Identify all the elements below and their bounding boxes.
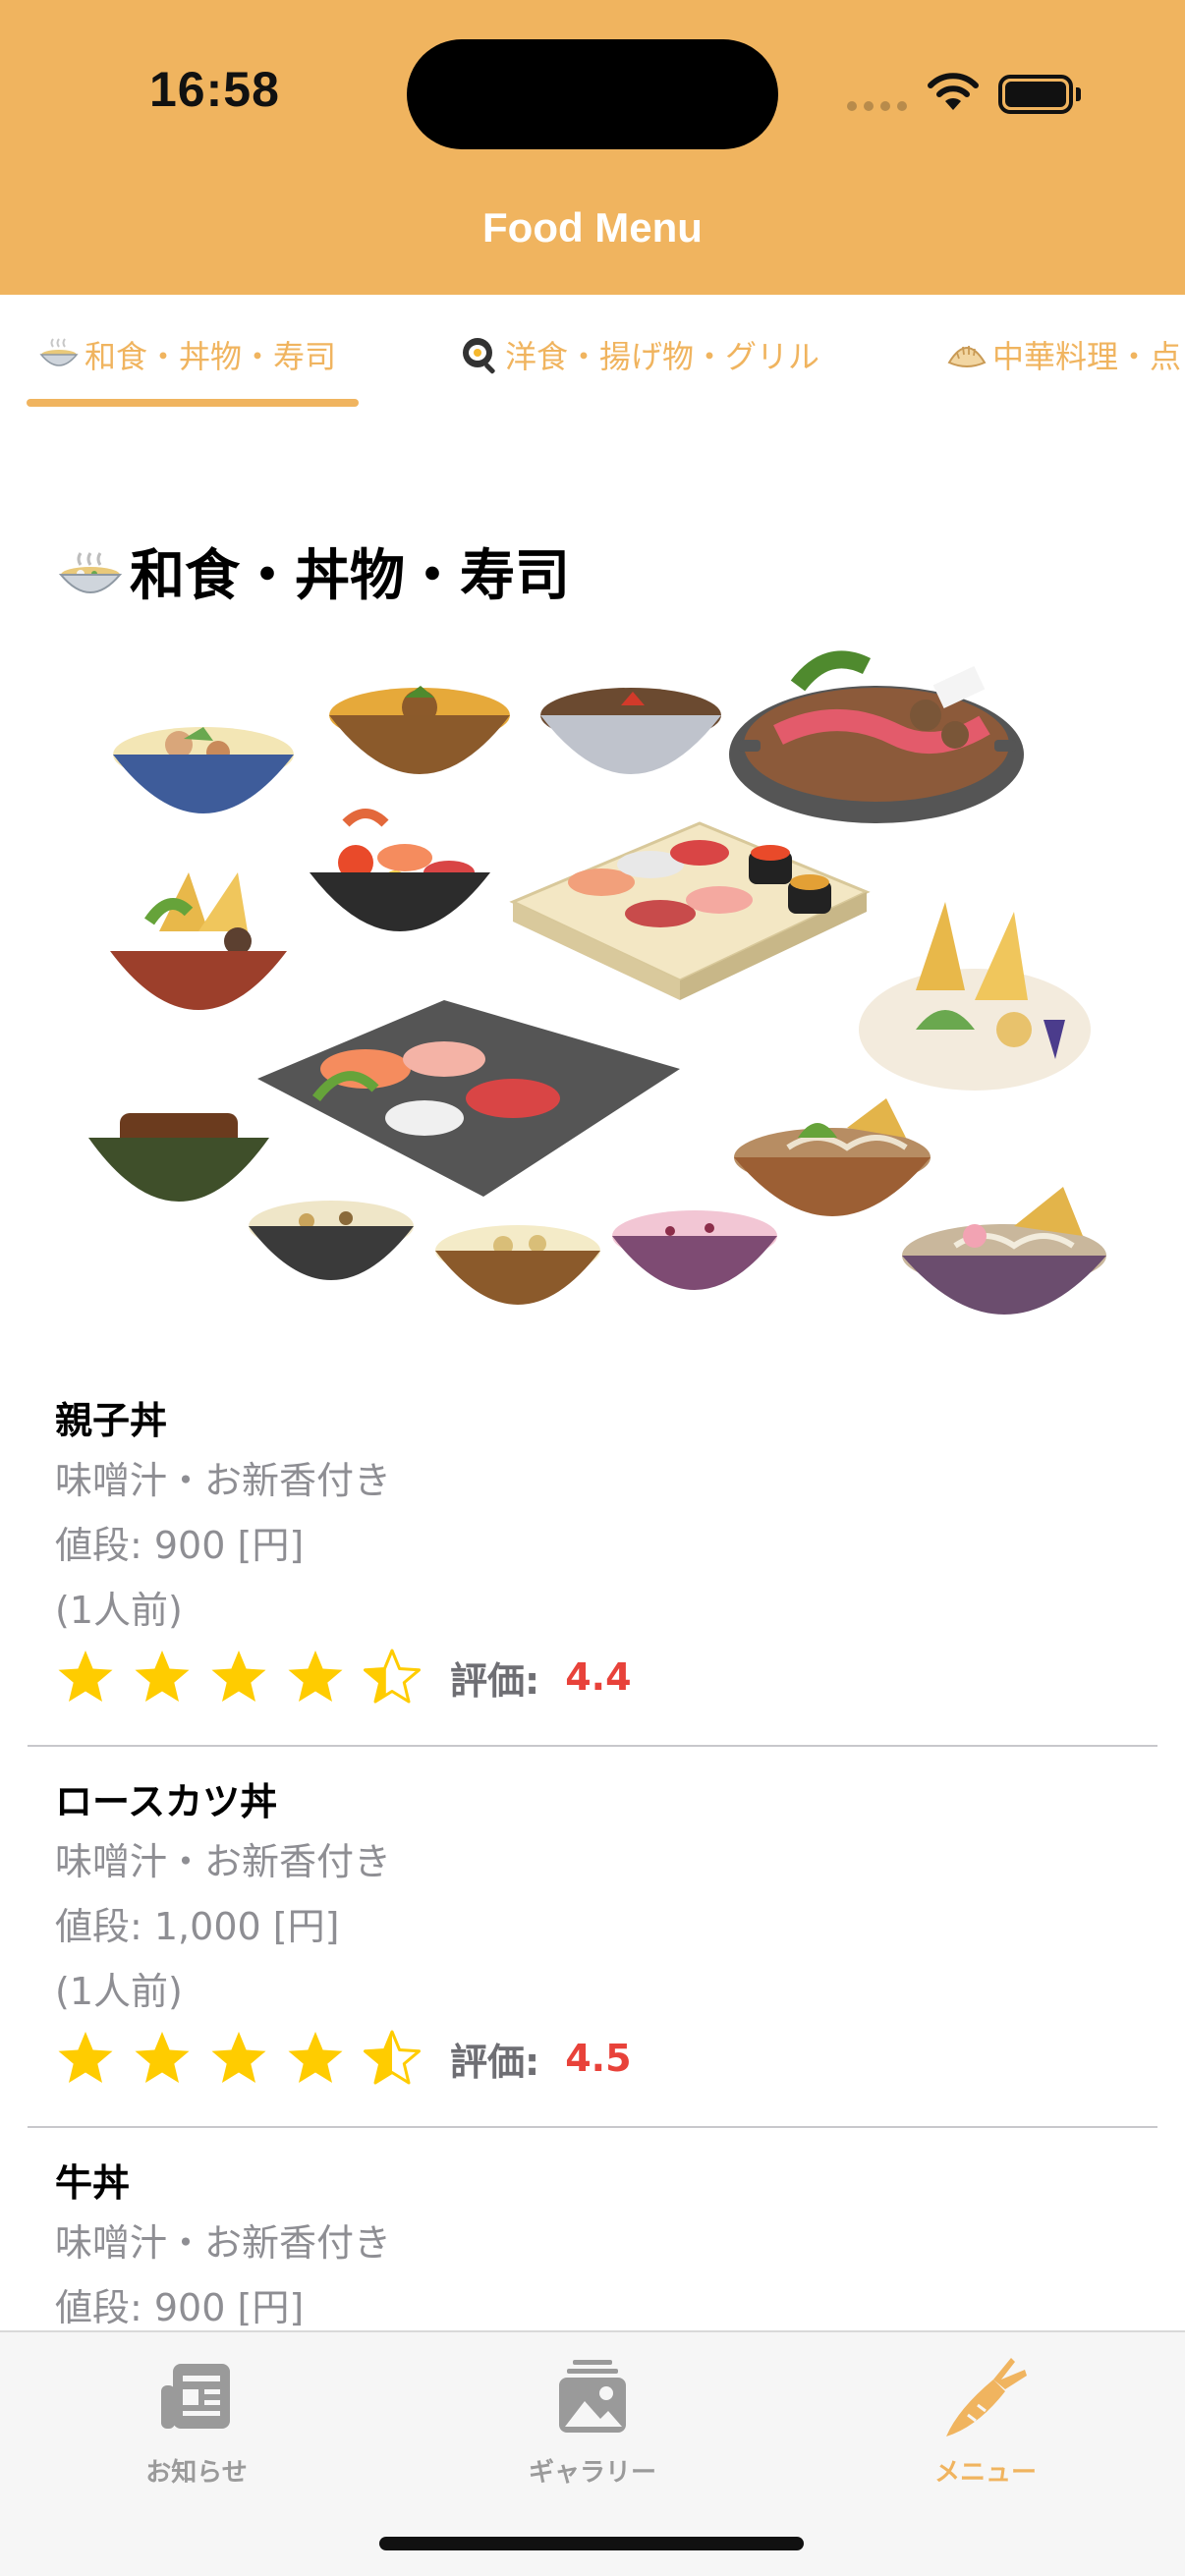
wifi-icon bbox=[928, 73, 979, 110]
cellular-signal-icon bbox=[847, 101, 908, 113]
menu-item[interactable]: 親子丼 味噌汁・お新香付き 値段: 900 [円] (1人前) 評価: 4.4 bbox=[55, 1393, 1156, 1711]
section-title-text: 和食・丼物・寿司 bbox=[130, 543, 570, 608]
star-filled-icon bbox=[58, 2032, 113, 2083]
photo-gallery-icon bbox=[559, 2360, 626, 2433]
star-filled-icon bbox=[211, 1651, 266, 1702]
rating-stars bbox=[55, 2028, 438, 2089]
menu-item[interactable]: ロースカツ丼 味噌汁・お新香付き 値段: 1,000 [円] (1人前) 評価:… bbox=[55, 1774, 1156, 2093]
rating-value: 4.4 bbox=[565, 1655, 632, 1699]
tabbar-item-gallery[interactable]: ギャラリー bbox=[465, 2350, 720, 2489]
divider bbox=[28, 1745, 1157, 1747]
star-filled-icon bbox=[288, 2032, 343, 2083]
dumpling-icon bbox=[947, 346, 987, 367]
rating-value: 4.5 bbox=[565, 2037, 632, 2080]
tab-label: 和食・丼物・寿司 bbox=[85, 338, 337, 375]
item-price: 値段: 1,000 [円] bbox=[55, 1905, 340, 1948]
item-name: 牛丼 bbox=[55, 2161, 131, 2205]
star-filled-icon bbox=[135, 1651, 190, 1702]
battery-icon bbox=[998, 75, 1081, 114]
carrot-icon bbox=[946, 2358, 1027, 2436]
tab-chuka[interactable]: 中華料理・点 bbox=[945, 330, 1181, 379]
rating-row: 評価: 4.5 bbox=[55, 2024, 1156, 2093]
selected-tab-indicator bbox=[27, 399, 359, 407]
rating-row: 評価: 4.4 bbox=[55, 1643, 1156, 1711]
item-description: 味噌汁・お新香付き bbox=[55, 1459, 392, 1502]
item-description: 味噌汁・お新香付き bbox=[55, 1840, 392, 1883]
status-time: 16:58 bbox=[149, 62, 280, 117]
newspaper-icon bbox=[161, 2364, 230, 2429]
bowl-icon bbox=[58, 552, 123, 593]
tab-yoshoku[interactable]: 洋食・揚げ物・グリル bbox=[458, 330, 819, 379]
home-indicator bbox=[379, 2537, 804, 2550]
tabbar-item-menu[interactable]: メニュー bbox=[858, 2350, 1113, 2489]
item-name: ロースカツ丼 bbox=[55, 1780, 278, 1823]
category-tabs: 和食・丼物・寿司 洋食・揚げ物・グリル 中華料理・点 bbox=[0, 295, 1185, 413]
tabbar-label: お知らせ bbox=[145, 2458, 248, 2488]
tab-washoku[interactable]: 和食・丼物・寿司 bbox=[37, 330, 336, 379]
star-partial-icon bbox=[364, 2030, 421, 2085]
star-filled-icon bbox=[288, 1651, 343, 1702]
item-description: 味噌汁・お新香付き bbox=[55, 2221, 392, 2265]
item-price: 値段: 900 [円] bbox=[55, 1524, 305, 1567]
item-portion: (1人前) bbox=[55, 1970, 183, 2013]
star-partial-icon bbox=[364, 1649, 421, 1704]
japanese-food-illustration bbox=[88, 650, 1106, 1315]
item-portion: (1人前) bbox=[55, 1589, 183, 1632]
navigation-header: 16:58 Food Menu bbox=[0, 0, 1185, 295]
star-filled-icon bbox=[135, 2032, 190, 2083]
divider bbox=[28, 2126, 1157, 2128]
tab-label: 中華料理・点 bbox=[992, 338, 1182, 375]
star-filled-icon bbox=[211, 2032, 266, 2083]
tabbar-label: メニュー bbox=[933, 2458, 1037, 2488]
tab-label: 洋食・揚げ物・グリル bbox=[505, 338, 820, 375]
star-filled-icon bbox=[58, 1651, 113, 1702]
section-title: 和食・丼物・寿司 bbox=[55, 535, 570, 608]
item-name: 親子丼 bbox=[55, 1399, 168, 1442]
page-title: Food Menu bbox=[482, 204, 703, 251]
tabbar-item-news[interactable]: お知らせ bbox=[69, 2350, 324, 2489]
rating-label: 評価: bbox=[450, 2040, 540, 2084]
frying-pan-icon bbox=[463, 338, 495, 374]
tabbar-label: ギャラリー bbox=[528, 2458, 656, 2488]
rating-stars bbox=[55, 1647, 438, 1708]
menu-item[interactable]: 牛丼 味噌汁・お新香付き 値段: 900 [円] bbox=[55, 2156, 1156, 2340]
dynamic-island bbox=[407, 39, 778, 149]
bowl-icon bbox=[39, 338, 79, 366]
rating-label: 評価: bbox=[450, 1658, 540, 1703]
